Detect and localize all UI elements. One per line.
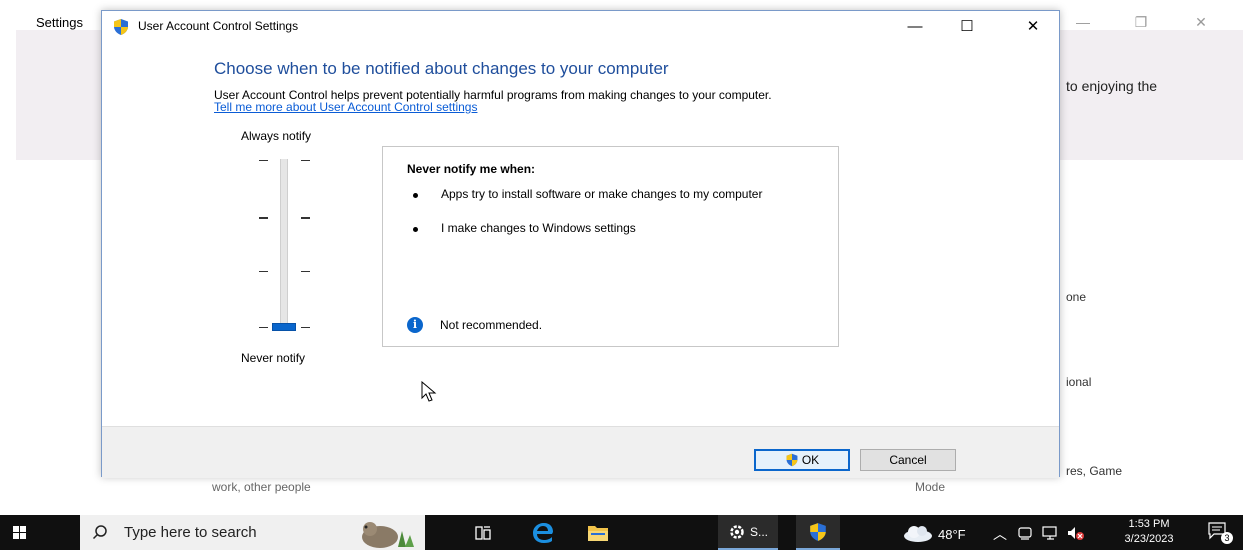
ok-button[interactable]: OK	[754, 449, 850, 471]
search-placeholder: Type here to search	[124, 524, 257, 541]
uac-shield-icon	[786, 453, 798, 467]
settings-close-button[interactable]: ✕	[1181, 8, 1221, 36]
slider-tick-right-4	[301, 327, 310, 328]
folder-icon	[588, 525, 608, 541]
uac-settings-dialog: User Account Control Settings — ☐ ✕ Choo…	[101, 10, 1060, 478]
notify-level-slider-track[interactable]	[280, 159, 288, 331]
uac-shield-icon	[810, 522, 826, 541]
bullet-icon	[413, 227, 418, 232]
settings-snippet-top: to enjoying the	[1066, 78, 1158, 94]
slider-tick-right-3	[301, 271, 310, 272]
taskbar-search-box[interactable]: Type here to search	[80, 515, 425, 550]
settings-restore-button[interactable]: ❐	[1121, 8, 1161, 36]
slider-tick-left-1	[259, 160, 268, 161]
slider-top-label: Always notify	[241, 129, 312, 143]
dialog-maximize-button[interactable]: ☐	[944, 11, 990, 42]
search-icon	[92, 525, 107, 540]
settings-snippet-network: work, other people	[212, 480, 311, 494]
chevron-up-icon[interactable]: ︿	[993, 524, 1007, 544]
notification-center-button[interactable]: 3	[1208, 522, 1234, 544]
settings-snippet-ional: ional	[1066, 375, 1092, 389]
weather-cloud-icon[interactable]	[900, 523, 934, 543]
volume-muted-icon[interactable]	[1066, 525, 1086, 541]
info-heading: Never notify me when:	[407, 162, 536, 176]
weather-temperature[interactable]: 48°F	[938, 527, 966, 542]
info-note: Not recommended.	[440, 318, 543, 332]
info-bullet-text: Apps try to install software or make cha…	[441, 187, 763, 201]
info-icon: i	[407, 317, 423, 333]
settings-snippet-one: one	[1066, 290, 1087, 304]
dialog-footer: OK Cancel	[102, 426, 1059, 478]
task-view-button[interactable]	[465, 515, 501, 550]
slider-tick-right-2	[301, 217, 310, 219]
slider-tick-right-1	[301, 160, 310, 161]
settings-snippet-mode: Mode	[915, 480, 946, 494]
edge-browser-button[interactable]	[523, 515, 563, 550]
search-highlight-illustration-icon	[362, 522, 414, 548]
slider-tick-left-2	[259, 217, 268, 219]
slider-tick-left-4	[259, 327, 268, 328]
notification-info-panel: Never notify me when: Apps try to instal…	[382, 146, 839, 347]
network-icon[interactable]	[1042, 525, 1060, 541]
gear-icon	[730, 524, 744, 539]
meet-now-icon[interactable]	[1017, 525, 1033, 541]
taskbar: Type here to search S... 48°F ︿ 1:53 PM …	[0, 515, 1243, 550]
taskbar-clock[interactable]: 1:53 PM 3/23/2023	[1113, 517, 1185, 547]
taskbar-settings-app[interactable]: S...	[718, 515, 778, 550]
info-bullet-text: I make changes to Windows settings	[441, 221, 636, 235]
dialog-title: User Account Control Settings	[138, 19, 299, 33]
settings-window-title: Settings	[36, 15, 83, 30]
settings-minimize-button[interactable]: —	[1063, 8, 1103, 36]
settings-snippet-game: res, Game	[1066, 464, 1123, 478]
bullet-icon	[413, 193, 418, 198]
dialog-close-button[interactable]: ✕	[1010, 11, 1056, 42]
ok-button-label: OK	[801, 453, 820, 467]
edge-icon	[533, 522, 553, 543]
clock-time: 1:53 PM	[1128, 518, 1170, 530]
taskbar-uac-app[interactable]	[796, 515, 840, 550]
slider-tick-left-3	[259, 271, 268, 272]
clock-date: 3/23/2023	[1124, 533, 1174, 545]
dialog-minimize-button[interactable]: —	[892, 11, 938, 42]
settings-window-controls: — ❐ ✕	[1063, 8, 1243, 36]
mouse-cursor-icon	[421, 381, 437, 402]
start-button[interactable]	[0, 515, 40, 550]
dialog-heading: Choose when to be notified about changes…	[214, 59, 669, 78]
task-view-icon	[475, 525, 491, 540]
notify-level-slider-thumb[interactable]	[272, 323, 296, 331]
windows-logo-icon	[13, 526, 26, 539]
learn-more-link[interactable]: Tell me more about User Account Control …	[214, 100, 477, 114]
slider-bottom-label: Never notify	[241, 351, 306, 365]
settings-app-label: S...	[749, 524, 768, 539]
file-explorer-button[interactable]	[578, 515, 618, 550]
uac-shield-icon	[114, 19, 128, 35]
notification-count-badge: 3	[1221, 532, 1233, 544]
cancel-button[interactable]: Cancel	[860, 449, 956, 471]
dialog-titlebar[interactable]: User Account Control Settings — ☐ ✕	[102, 11, 1059, 42]
